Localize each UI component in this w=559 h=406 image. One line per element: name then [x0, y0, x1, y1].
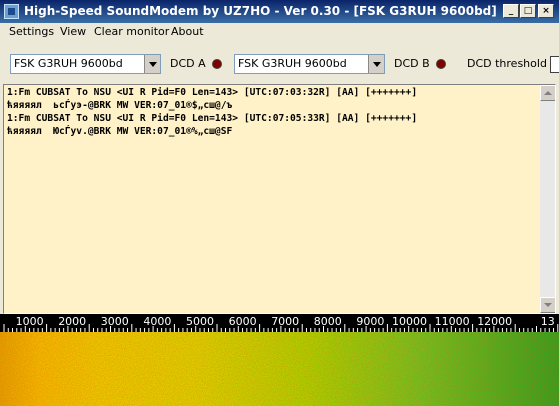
modem-a-value: FSK G3RUH 9600bd [14, 57, 123, 70]
ruler-label: 7000 [271, 315, 299, 328]
monitor-scrollbar[interactable] [540, 85, 555, 313]
dcd-threshold-label: DCD threshold [467, 57, 547, 70]
ruler-label: 6000 [229, 315, 257, 328]
minimize-button[interactable]: _ [503, 4, 519, 18]
menu-settings[interactable]: Settings [9, 25, 54, 38]
frequency-ruler-svg: 1000 2000 3000 4000 5000 6000 7000 8000 9000 1000… [3, 315, 559, 332]
dcd-a-indicator [212, 59, 222, 69]
ruler-label: 5000 [186, 315, 214, 328]
menu-bar: Settings View Clear monitor About [0, 23, 559, 42]
dcd-a-label: DCD A [170, 57, 206, 70]
maximize-button[interactable]: □ [520, 4, 536, 18]
ruler-label: 2000 [58, 315, 86, 328]
scroll-down-icon[interactable] [540, 297, 555, 313]
ruler-label: 13 [541, 315, 555, 328]
ruler-label: 3000 [101, 315, 129, 328]
ruler-label: 10000 [392, 315, 427, 328]
waterfall-display[interactable] [0, 332, 559, 406]
dcd-b-indicator [436, 59, 446, 69]
modem-b-value: FSK G3RUH 9600bd [238, 57, 347, 70]
ruler-label: 9000 [356, 315, 384, 328]
ruler-label: 4000 [143, 315, 171, 328]
dcd-b-label: DCD B [394, 57, 430, 70]
monitor-text-area[interactable]: 1:Fm CUBSAT To NSU <UI R Pid=F0 Len=143>… [3, 84, 556, 314]
menu-about[interactable]: About [171, 25, 204, 38]
app-icon[interactable] [4, 4, 19, 19]
scroll-up-icon[interactable] [540, 85, 555, 101]
chevron-down-icon[interactable] [144, 55, 160, 73]
ruler-label: 1000 [16, 315, 44, 328]
dcd-threshold-control[interactable] [550, 56, 559, 73]
monitor-line: ћяяяял ьсЃуэ-@BRK MW VER:07_01®$„сш@/ъ [7, 100, 233, 111]
ruler-label: 8000 [314, 315, 342, 328]
menu-view[interactable]: View [60, 25, 86, 38]
window-title: High-Speed SoundModem by UZ7HO - Ver 0.3… [24, 4, 497, 18]
menu-clear-monitor[interactable]: Clear monitor [94, 25, 169, 38]
modem-b-select[interactable]: FSK G3RUH 9600bd [234, 54, 385, 74]
monitor-line: 1:Fm CUBSAT To NSU <UI R Pid=F0 Len=143>… [7, 113, 418, 124]
monitor-line: ћяяяял ЮсЃуv.@BRK MW VER:07_01®%„сш@SF [7, 126, 233, 137]
monitor-line: 1:Fm CUBSAT To NSU <UI R Pid=F0 Len=143>… [7, 87, 418, 98]
title-bar: High-Speed SoundModem by UZ7HO - Ver 0.3… [0, 0, 559, 23]
close-button[interactable]: × [538, 4, 554, 18]
chevron-down-icon[interactable] [368, 55, 384, 73]
modem-a-select[interactable]: FSK G3RUH 9600bd [10, 54, 161, 74]
modem-toolbar: FSK G3RUH 9600bd DCD A FSK G3RUH 9600bd … [0, 42, 559, 85]
ruler-label: 12000 [477, 315, 512, 328]
waterfall-svg [0, 332, 559, 406]
ruler-label: 11000 [435, 315, 470, 328]
frequency-ruler: 1000 2000 3000 4000 5000 6000 7000 8000 9000 1000… [0, 314, 559, 332]
